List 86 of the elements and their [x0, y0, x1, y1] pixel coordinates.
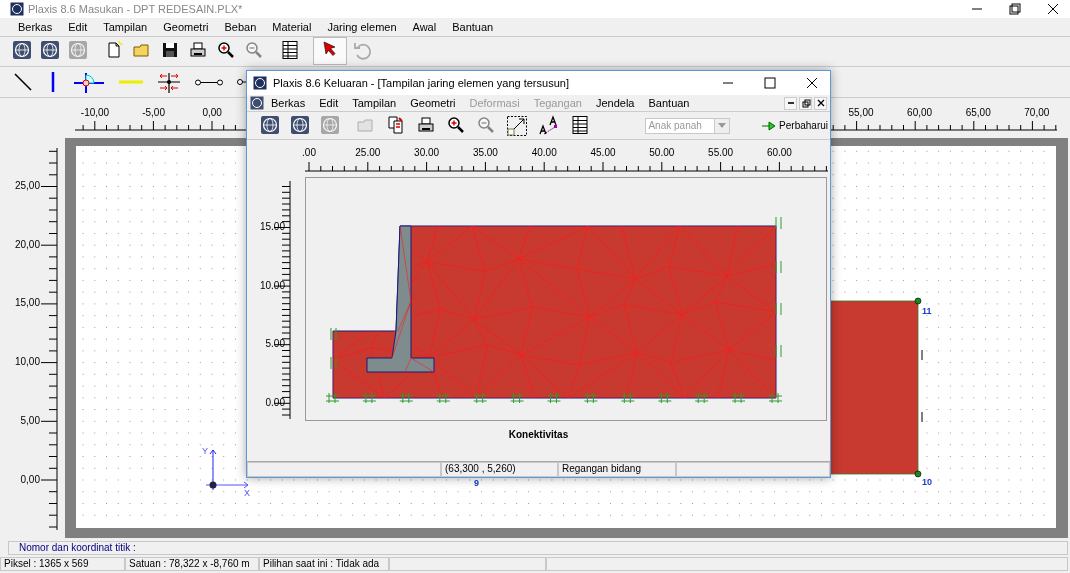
- menu-item[interactable]: Bantuan: [641, 97, 697, 109]
- status-text: Regangan bidang: [558, 462, 676, 477]
- status-text: Piksel : 1365 x 569: [0, 557, 125, 571]
- ruler-label: 5,00: [20, 414, 40, 426]
- ruler-label: 0.00: [265, 396, 285, 408]
- point-label: 10: [922, 477, 932, 487]
- app-logo-icon: [253, 76, 267, 90]
- ruler-label: 35.00: [472, 147, 498, 158]
- ruler-label: 65,00: [965, 107, 991, 118]
- menu-item[interactable]: Edit: [60, 21, 96, 33]
- minimize-icon: [787, 102, 794, 104]
- menu-item[interactable]: Jaring elemen: [319, 21, 405, 33]
- menu-item[interactable]: Geometri: [155, 21, 217, 33]
- ruler-label: 55.00: [708, 147, 734, 158]
- ruler-label: 15,00: [14, 297, 40, 309]
- pointer-arrow-button[interactable]: [313, 36, 347, 65]
- geogrid-line-icon: [118, 80, 144, 84]
- axis-label: Y: [202, 446, 208, 456]
- ruler-label: 10,00: [14, 356, 40, 368]
- zoom-rectangle-icon: [506, 114, 529, 137]
- ruler-label: 55,00: [848, 107, 874, 118]
- menu-item[interactable]: Beban: [216, 21, 265, 33]
- axis-label: X: [244, 488, 250, 498]
- ruler-label: 25.00: [355, 147, 381, 158]
- menu-item[interactable]: Awal: [404, 21, 445, 33]
- status-text: Pilihan saat ini : Tidak ada: [259, 557, 389, 571]
- ruler-label: 5.00: [265, 338, 285, 350]
- menu-item[interactable]: Jendela: [588, 97, 642, 109]
- dropdown-caret-icon: [718, 122, 727, 129]
- ruler-label: 25,00: [14, 180, 40, 191]
- menu-item[interactable]: Bantuan: [444, 21, 502, 33]
- ruler-label: 40.00: [531, 147, 557, 158]
- globe-icon: [12, 39, 32, 62]
- ruler-label: 30.00: [414, 147, 440, 158]
- x-axis-arrow: [205, 481, 249, 489]
- status-text: (63,300 , 5,260): [441, 462, 558, 477]
- ruler-label: 50.00: [649, 147, 675, 158]
- globe-icon: [260, 114, 280, 137]
- point-label: 9: [474, 478, 479, 488]
- ruler-label: 60,00: [907, 107, 933, 118]
- ruler-label: -10,00: [80, 107, 110, 118]
- document-icon: [250, 96, 264, 110]
- close-button[interactable]: [814, 96, 827, 110]
- menu-item[interactable]: Tampilan: [95, 21, 156, 33]
- ruler-label: 20,00: [14, 238, 40, 250]
- origin-marker: [209, 481, 217, 489]
- menu-item[interactable]: Edit: [312, 97, 346, 109]
- ruler-label: 0,00: [20, 473, 40, 485]
- menu-item[interactable]: Tampilan: [345, 97, 404, 109]
- globe-icon: [40, 39, 60, 62]
- ruler-label: 10.00: [259, 279, 285, 291]
- point-label: 11: [922, 306, 932, 316]
- ruler-label: 0,00: [202, 107, 222, 118]
- ruler-label: -5,00: [142, 107, 165, 118]
- status-text: Satuan : 78,322 x -8,760 m: [125, 557, 259, 571]
- globe-icon: [320, 114, 340, 137]
- point-marker[interactable]: [914, 297, 922, 305]
- table-icon: [280, 39, 300, 62]
- interface-arrows-icon: [156, 71, 182, 93]
- line-icon: [12, 71, 34, 93]
- ruler-label: 60.00: [766, 147, 792, 158]
- y-axis-arrow: [209, 449, 217, 491]
- point-marker[interactable]: [914, 470, 922, 478]
- table-icon: [570, 114, 591, 137]
- restore-icon: [800, 98, 811, 108]
- globe-icon: [68, 39, 88, 62]
- menu-item[interactable]: Material: [264, 21, 320, 33]
- ruler-label: 70,00: [1024, 107, 1050, 118]
- update-button[interactable]: Perbaharui: [760, 118, 830, 133]
- ruler-label: .00: [302, 147, 316, 158]
- node-anchor-icon: [194, 78, 224, 86]
- minimize-button[interactable]: [784, 96, 797, 110]
- menu-item[interactable]: Berkas: [264, 97, 313, 109]
- hinge-icon: [72, 71, 106, 93]
- restore-button[interactable]: [799, 96, 812, 110]
- close-icon: [815, 98, 826, 108]
- window-title: Plaxis 8.6 Keluaran - [Tampilan jaring elemen yang tersusun]: [273, 77, 570, 89]
- globe-icon: [290, 114, 310, 137]
- menu-item[interactable]: Geometri: [403, 97, 463, 109]
- menu-item[interactable]: Berkas: [10, 21, 61, 33]
- plot-caption: Konektivitas: [508, 429, 569, 440]
- window-title: Plaxis 8.6 Masukan - DPT REDESAIN.PLX*: [28, 3, 244, 15]
- ruler-label: 45.00: [590, 147, 616, 158]
- arrow-right-icon: [762, 120, 777, 131]
- point-info-field: Nomor dan koordinat titik :: [8, 541, 1068, 555]
- maximize-icon: [761, 76, 779, 90]
